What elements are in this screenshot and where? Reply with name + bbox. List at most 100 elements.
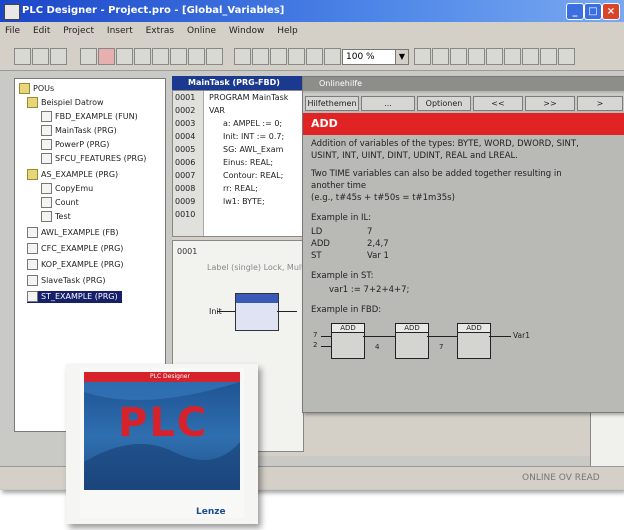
force-values-icon[interactable] bbox=[206, 48, 223, 65]
breakpoint-icon[interactable] bbox=[170, 48, 187, 65]
code-line: Init: INT := 0.7; bbox=[223, 132, 285, 141]
find-icon[interactable] bbox=[288, 48, 305, 65]
save-icon[interactable] bbox=[50, 48, 67, 65]
run-icon[interactable] bbox=[116, 48, 133, 65]
fbd-example-block: ADD bbox=[331, 323, 365, 359]
tree-item-label: AWL_EXAMPLE (FB) bbox=[41, 228, 119, 237]
tree-item[interactable]: PowerP (PRG) bbox=[41, 139, 109, 151]
help-index-button[interactable]: ... bbox=[361, 96, 415, 111]
tree-item-label: SlaveTask (PRG) bbox=[41, 276, 106, 285]
zoom-select[interactable]: 100 % ▼ bbox=[342, 49, 409, 65]
tree-item[interactable]: SlaveTask (PRG) bbox=[27, 275, 106, 287]
logout-icon[interactable] bbox=[98, 48, 115, 65]
fbd-return-icon[interactable] bbox=[504, 48, 521, 65]
menu-insert[interactable]: Insert bbox=[102, 22, 138, 40]
step-icon[interactable] bbox=[152, 48, 169, 65]
fbd-reset-icon[interactable] bbox=[558, 48, 575, 65]
new-file-icon[interactable] bbox=[14, 48, 31, 65]
help-text: Example in ST: bbox=[311, 271, 374, 281]
tree-item-label: Count bbox=[55, 198, 79, 207]
fbd-example-block-label: ADD bbox=[332, 324, 364, 333]
menu-window[interactable]: Window bbox=[224, 22, 270, 40]
help-text: another time bbox=[311, 181, 367, 191]
fbd-block[interactable] bbox=[235, 293, 279, 331]
tree-item[interactable]: Count bbox=[41, 197, 79, 209]
tree-item[interactable]: CopyEmu bbox=[41, 183, 93, 195]
pou-icon bbox=[41, 153, 52, 164]
help-back-button[interactable]: << bbox=[473, 96, 523, 111]
menu-edit[interactable]: Edit bbox=[28, 22, 55, 40]
close-button[interactable]: × bbox=[602, 3, 620, 20]
menu-extras[interactable]: Extras bbox=[141, 22, 179, 40]
tree-item[interactable]: KOP_EXAMPLE (PRG) bbox=[27, 259, 124, 271]
help-toolbar: Hilfethemen ... Optionen << >> > bbox=[303, 93, 624, 111]
fbd-input-icon[interactable] bbox=[414, 48, 431, 65]
fbd-example-input: 7 bbox=[313, 331, 318, 339]
find-next-icon[interactable] bbox=[306, 48, 323, 65]
fbd-wire bbox=[277, 311, 297, 312]
declaration-editor[interactable]: 0001 0002 0003 0004 0005 0006 0007 0008 … bbox=[172, 90, 304, 237]
help-text: Example in FBD: bbox=[311, 305, 382, 315]
fbd-box-icon[interactable] bbox=[450, 48, 467, 65]
fbd-example-block-label: ADD bbox=[458, 324, 490, 333]
menu-online[interactable]: Online bbox=[182, 22, 221, 40]
fbd-example-wire bbox=[363, 336, 395, 337]
stop-icon[interactable] bbox=[134, 48, 151, 65]
tree-item[interactable]: MainTask (PRG) bbox=[41, 125, 117, 137]
toolbar: 100 % ▼ bbox=[0, 40, 624, 71]
tree-item[interactable]: AWL_EXAMPLE (FB) bbox=[27, 227, 119, 239]
tree-item[interactable]: Test bbox=[41, 211, 71, 223]
tree-item-label: KOP_EXAMPLE (PRG) bbox=[41, 260, 124, 269]
chevron-down-icon[interactable]: ▼ bbox=[395, 50, 408, 64]
tree-item[interactable]: Beispiel Datrow bbox=[27, 97, 104, 109]
copy-icon[interactable] bbox=[252, 48, 269, 65]
help-text: (e.g., t#45s + t#50s = t#1m35s) bbox=[311, 193, 455, 203]
menu-project[interactable]: Project bbox=[58, 22, 99, 40]
code-line: Einus: REAL; bbox=[223, 158, 274, 167]
tree-item-label: FBD_EXAMPLE (FUN) bbox=[55, 112, 138, 121]
line-number: 0001 bbox=[175, 93, 196, 102]
code-line: rr: REAL; bbox=[223, 184, 258, 193]
folder-icon bbox=[27, 97, 38, 108]
fbd-example-block: ADD bbox=[457, 323, 491, 359]
help-window: Onlinehilfe Hilfethemen ... Optionen << … bbox=[302, 76, 624, 413]
line-number: 0009 bbox=[175, 197, 196, 206]
maximize-button[interactable]: □ bbox=[584, 3, 602, 20]
help-forward-button[interactable]: >> bbox=[525, 96, 575, 111]
tree-item[interactable]: FBD_EXAMPLE (FUN) bbox=[41, 111, 138, 123]
status-text: ONLINE OV READ bbox=[522, 473, 600, 483]
pou-icon bbox=[27, 291, 38, 302]
login-icon[interactable] bbox=[80, 48, 97, 65]
help-text: USINT, INT, UINT, DINT, UDINT, REAL and … bbox=[311, 151, 518, 161]
paste-icon[interactable] bbox=[270, 48, 287, 65]
network-number: 0001 bbox=[177, 247, 198, 256]
minimize-button[interactable]: _ bbox=[566, 3, 584, 20]
fbd-jump-icon[interactable] bbox=[486, 48, 503, 65]
help-next-button[interactable]: > bbox=[577, 96, 623, 111]
fbd-negate-icon[interactable] bbox=[522, 48, 539, 65]
menu-help[interactable]: Help bbox=[272, 22, 303, 40]
tree-item[interactable]: CFC_EXAMPLE (PRG) bbox=[27, 243, 123, 255]
cut-icon[interactable] bbox=[234, 48, 251, 65]
brand-logo: Lenze bbox=[196, 507, 226, 517]
fbd-wire bbox=[217, 311, 235, 312]
pou-icon bbox=[27, 243, 38, 254]
tree-item-selected[interactable]: ST_EXAMPLE (PRG) bbox=[27, 291, 122, 303]
help-topics-button[interactable]: Hilfethemen bbox=[305, 96, 359, 111]
fbd-assign-icon[interactable] bbox=[468, 48, 485, 65]
line-number: 0008 bbox=[175, 184, 196, 193]
tree-item[interactable]: AS_EXAMPLE (PRG) bbox=[27, 169, 118, 181]
product-label: PLC Designer bbox=[150, 373, 190, 380]
help-options-button[interactable]: Optionen bbox=[417, 96, 471, 111]
code-line: Contour: REAL; bbox=[223, 171, 284, 180]
help-text: var1 := 7+2+4+7; bbox=[329, 285, 410, 295]
open-folder-icon[interactable] bbox=[32, 48, 49, 65]
tree-item[interactable]: SFCU_FEATURES (PRG) bbox=[41, 153, 146, 165]
tree-root[interactable]: POUs bbox=[19, 83, 54, 95]
fbd-set-icon[interactable] bbox=[540, 48, 557, 65]
replace-icon[interactable] bbox=[324, 48, 341, 65]
write-values-icon[interactable] bbox=[188, 48, 205, 65]
menu-file[interactable]: File bbox=[0, 22, 25, 40]
fbd-output-icon[interactable] bbox=[432, 48, 449, 65]
line-number: 0007 bbox=[175, 171, 196, 180]
